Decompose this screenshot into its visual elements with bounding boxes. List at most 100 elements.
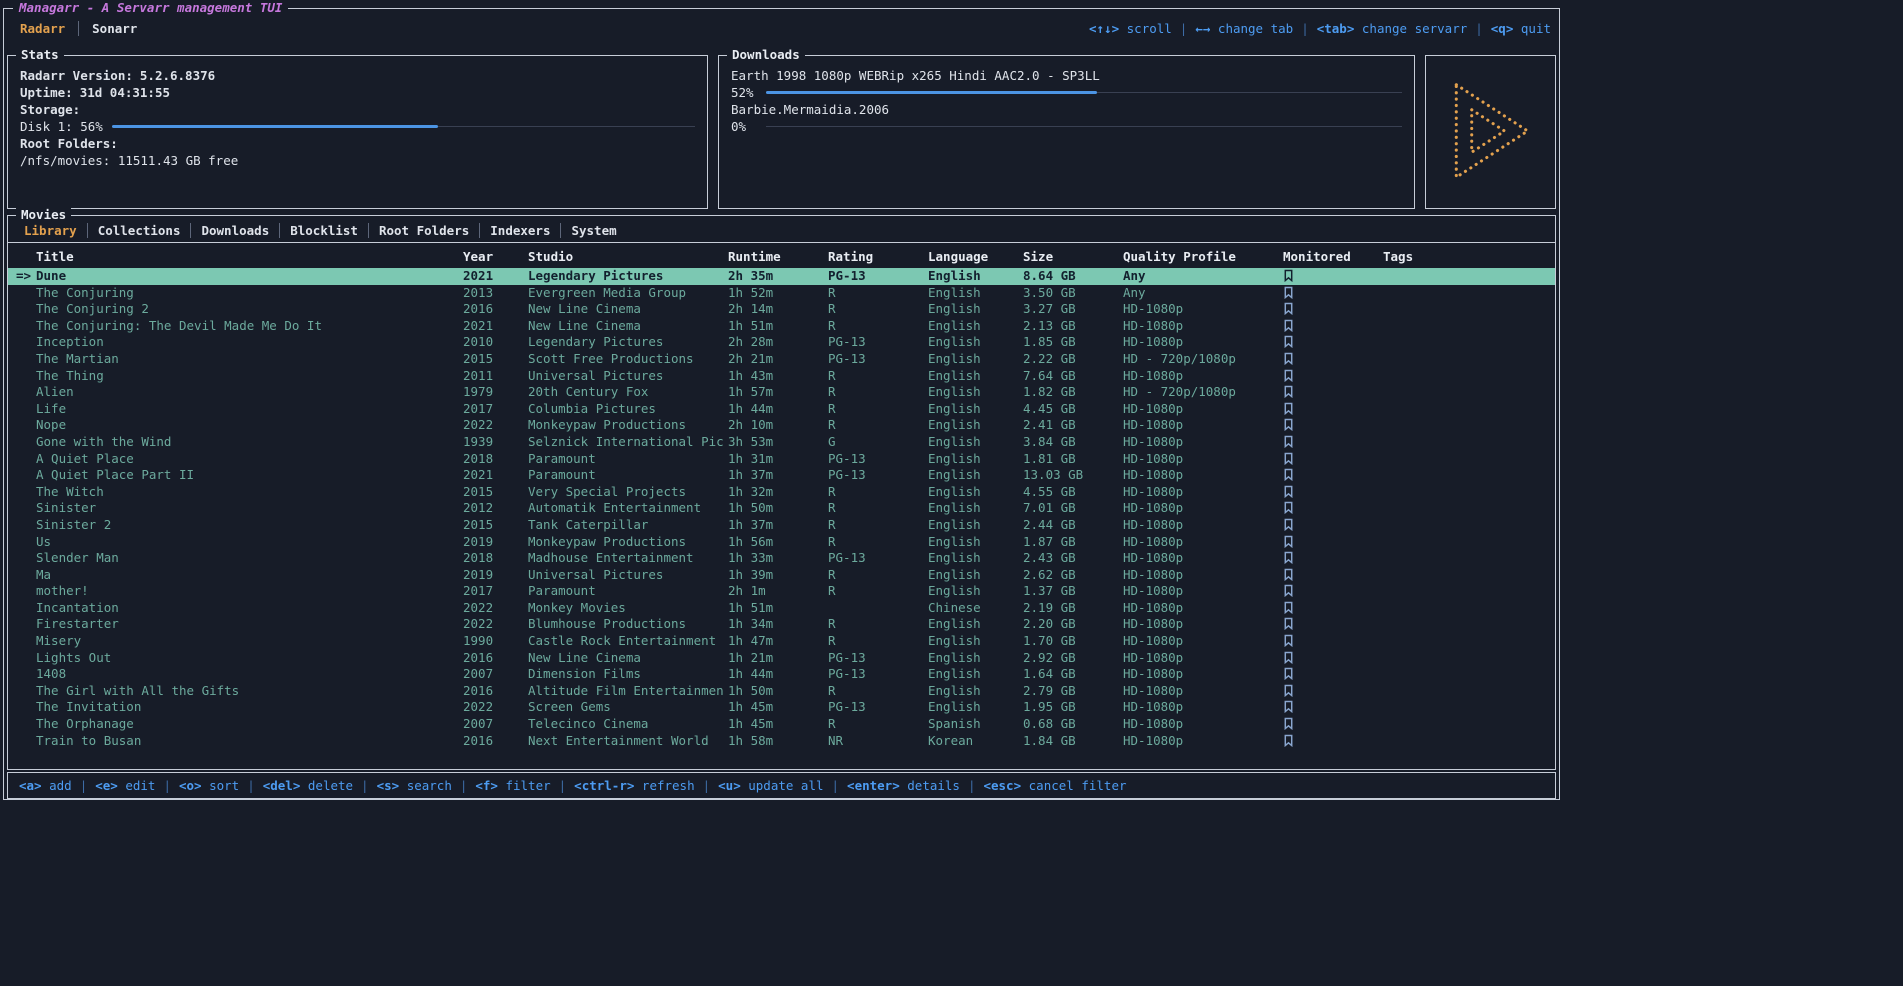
download-name: Barbie.Mermaidia.2006: [731, 101, 1402, 118]
servarr-tab[interactable]: Sonarr: [78, 21, 143, 36]
table-row[interactable]: => Lights Out 2016 New Line Cinema 1h 21…: [8, 650, 1555, 667]
cell-language: English: [928, 567, 1023, 584]
table-row[interactable]: => Us 2019 Monkeypaw Productions 1h 56m …: [8, 534, 1555, 551]
cell-runtime: 1h 50m: [728, 500, 828, 517]
table-row[interactable]: => Nope 2022 Monkeypaw Productions 2h 10…: [8, 417, 1555, 434]
cell-rating: R: [828, 716, 928, 733]
cell-title: The Girl with All the Gifts: [36, 683, 463, 700]
table-row[interactable]: => A Quiet Place Part II 2021 Paramount …: [8, 467, 1555, 484]
cell-quality: HD-1080p: [1123, 616, 1283, 633]
cell-title: Firestarter: [36, 616, 463, 633]
header-cell: Rating: [828, 246, 928, 267]
cell-language: English: [928, 417, 1023, 434]
cell-tags: [1383, 484, 1555, 501]
cell-runtime: 2h 10m: [728, 417, 828, 434]
table-row[interactable]: => Gone with the Wind 1939 Selznick Inte…: [8, 434, 1555, 451]
cell-quality: HD-1080p: [1123, 666, 1283, 683]
table-row[interactable]: => A Quiet Place 2018 Paramount 1h 31m P…: [8, 451, 1555, 468]
table-row[interactable]: => The Girl with All the Gifts 2016 Alti…: [8, 683, 1555, 700]
storage-heading: Storage:: [20, 101, 695, 118]
cell-rating: R: [828, 368, 928, 385]
cell-quality: HD-1080p: [1123, 434, 1283, 451]
cell-year: 2015: [463, 351, 528, 368]
table-row[interactable]: => Sinister 2012 Automatik Entertainment…: [8, 500, 1555, 517]
table-row[interactable]: => The Martian 2015 Scott Free Productio…: [8, 351, 1555, 368]
table-row[interactable]: => mother! 2017 Paramount 2h 1m R Englis…: [8, 583, 1555, 600]
cell-size: 1.84 GB: [1023, 733, 1123, 750]
cell-language: English: [928, 699, 1023, 716]
cell-year: 2007: [463, 666, 528, 683]
table-row[interactable]: => Sinister 2 2015 Tank Caterpillar 1h 3…: [8, 517, 1555, 534]
header-cell: Studio: [528, 246, 728, 267]
header-cell: Quality Profile: [1123, 246, 1283, 267]
cell-title: Us: [36, 534, 463, 551]
cell-title: The Conjuring: The Devil Made Me Do It: [36, 318, 463, 335]
cell-size: 4.55 GB: [1023, 484, 1123, 501]
table-row[interactable]: => Slender Man 2018 Madhouse Entertainme…: [8, 550, 1555, 567]
cell-studio: Monkeypaw Productions: [528, 417, 728, 434]
table-row[interactable]: => The Conjuring: The Devil Made Me Do I…: [8, 318, 1555, 335]
cell-runtime: 1h 33m: [728, 550, 828, 567]
cell-runtime: 2h 35m: [728, 268, 828, 285]
tab-item[interactable]: Root Folders: [368, 223, 479, 238]
table-row[interactable]: => The Conjuring 2013 Evergreen Media Gr…: [8, 285, 1555, 302]
cell-rating: G: [828, 434, 928, 451]
table-row[interactable]: => Ma 2019 Universal Pictures 1h 39m R E…: [8, 567, 1555, 584]
table-row[interactable]: => 1408 2007 Dimension Films 1h 44m PG-1…: [8, 666, 1555, 683]
monitored-icon: [1283, 567, 1383, 584]
cell-title: The Witch: [36, 484, 463, 501]
table-row[interactable]: => Incantation 2022 Monkey Movies 1h 51m…: [8, 600, 1555, 617]
cell-title: Inception: [36, 334, 463, 351]
cell-year: 2016: [463, 733, 528, 750]
tab-item[interactable]: Blocklist: [279, 223, 368, 238]
cell-studio: Telecinco Cinema: [528, 716, 728, 733]
help-item: <del> delete: [239, 778, 353, 793]
cell-tags: [1383, 534, 1555, 551]
cell-rating: PG-13: [828, 334, 928, 351]
table-row[interactable]: => Dune 2021 Legendary Pictures 2h 35m P…: [8, 268, 1555, 285]
cell-language: English: [928, 368, 1023, 385]
monitored-icon: [1283, 301, 1383, 318]
table-row[interactable]: => Misery 1990 Castle Rock Entertainment…: [8, 633, 1555, 650]
cell-language: English: [928, 301, 1023, 318]
table-row[interactable]: => Life 2017 Columbia Pictures 1h 44m R …: [8, 401, 1555, 418]
cell-quality: HD-1080p: [1123, 417, 1283, 434]
cell-runtime: 1h 51m: [728, 600, 828, 617]
table-row[interactable]: => Alien 1979 20th Century Fox 1h 57m R …: [8, 384, 1555, 401]
table-row[interactable]: => The Orphanage 2007 Telecinco Cinema 1…: [8, 716, 1555, 733]
table-row[interactable]: => The Witch 2015 Very Special Projects …: [8, 484, 1555, 501]
tab-item[interactable]: Indexers: [479, 223, 560, 238]
cell-year: 2021: [463, 318, 528, 335]
cell-size: 3.50 GB: [1023, 285, 1123, 302]
cell-year: 2018: [463, 451, 528, 468]
cell-tags: [1383, 285, 1555, 302]
cell-quality: HD-1080p: [1123, 633, 1283, 650]
table-row[interactable]: => The Thing 2011 Universal Pictures 1h …: [8, 368, 1555, 385]
table-row[interactable]: => Inception 2010 Legendary Pictures 2h …: [8, 334, 1555, 351]
cell-language: English: [928, 401, 1023, 418]
monitored-icon: [1283, 434, 1383, 451]
table-row[interactable]: => The Conjuring 2 2016 New Line Cinema …: [8, 301, 1555, 318]
table-row[interactable]: => The Invitation 2022 Screen Gems 1h 45…: [8, 699, 1555, 716]
cell-rating: R: [828, 417, 928, 434]
cell-language: English: [928, 500, 1023, 517]
cell-quality: HD-1080p: [1123, 368, 1283, 385]
cell-size: 3.27 GB: [1023, 301, 1123, 318]
cell-title: Incantation: [36, 600, 463, 617]
tab-item[interactable]: Downloads: [190, 223, 279, 238]
cell-tags: [1383, 451, 1555, 468]
table-row[interactable]: => Firestarter 2022 Blumhouse Production…: [8, 616, 1555, 633]
cell-tags: [1383, 650, 1555, 667]
cell-rating: R: [828, 401, 928, 418]
tab-item[interactable]: Collections: [87, 223, 191, 238]
cell-rating: R: [828, 384, 928, 401]
table-row[interactable]: => Train to Busan 2016 Next Entertainmen…: [8, 733, 1555, 750]
cell-quality: Any: [1123, 285, 1283, 302]
monitored-icon: [1283, 716, 1383, 733]
tab-item[interactable]: Library: [20, 223, 87, 238]
cell-title: Slender Man: [36, 550, 463, 567]
cell-quality: HD-1080p: [1123, 334, 1283, 351]
cell-quality: HD-1080p: [1123, 567, 1283, 584]
servarr-tab[interactable]: Radarr: [14, 21, 71, 36]
tab-item[interactable]: System: [560, 223, 626, 238]
